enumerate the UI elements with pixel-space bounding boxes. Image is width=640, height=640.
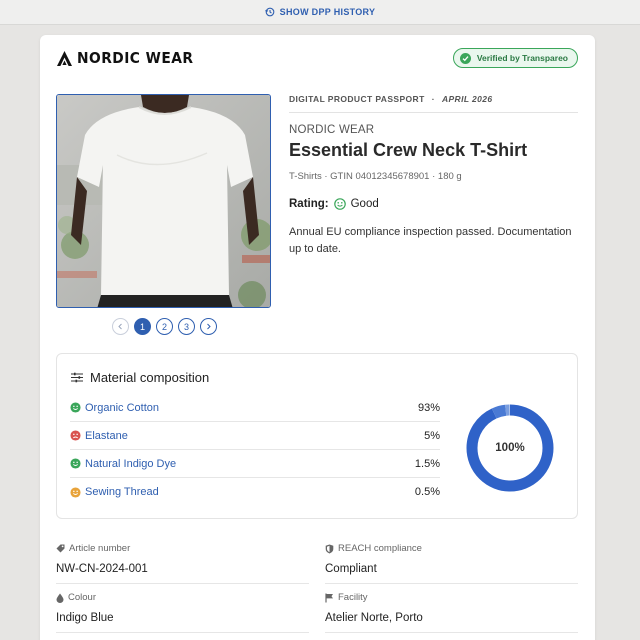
material-link[interactable]: Elastane bbox=[70, 430, 128, 442]
rating-label: Rating: bbox=[289, 198, 329, 210]
verified-badge: Verified by Transpareo bbox=[452, 48, 578, 68]
donut-total: 100% bbox=[495, 442, 525, 454]
eyebrow-label: DIGITAL PRODUCT PASSPORT bbox=[289, 94, 425, 104]
detail-value: NW-CN-2024-001 bbox=[56, 563, 148, 575]
page-3-button[interactable]: 3 bbox=[178, 318, 195, 335]
passport-card: NORDIC WEAR Verified by Transpareo 1 2 3… bbox=[40, 35, 595, 640]
material-name: Organic Cotton bbox=[85, 401, 159, 414]
next-page-button[interactable] bbox=[200, 318, 217, 335]
detail-label: Article number bbox=[69, 543, 131, 554]
sliders-icon bbox=[71, 372, 83, 383]
material-composition-panel: Material composition Organic Cotton 93% … bbox=[56, 353, 578, 519]
tag-icon bbox=[56, 544, 65, 553]
detail-label-wrap: Facility bbox=[325, 592, 578, 603]
product-photo[interactable] bbox=[56, 94, 271, 308]
product-meta: T-Shirts · GTIN 04012345678901 · 180 g bbox=[289, 171, 462, 182]
material-percent: 0.5% bbox=[414, 486, 440, 498]
detail-value: Indigo Blue bbox=[56, 612, 114, 624]
chevron-right-icon bbox=[207, 323, 211, 330]
check-icon bbox=[459, 52, 471, 64]
smiley-good-icon bbox=[70, 458, 81, 469]
material-list: Organic Cotton 93% Elastane 5% Natural I… bbox=[70, 394, 440, 506]
product-rating: Rating: Good bbox=[289, 198, 578, 210]
material-row: Sewing Thread 0.5% bbox=[70, 478, 440, 506]
product-title: Essential Crew Neck T-Shirt bbox=[289, 140, 528, 160]
smiley-good-icon bbox=[70, 402, 81, 413]
detail-colour: Colour Indigo Blue bbox=[56, 584, 309, 633]
details-row: Colour Indigo Blue Facility Atelier Nort… bbox=[56, 584, 578, 633]
rating-value: Good bbox=[350, 198, 379, 210]
detail-label-wrap: REACH compliance bbox=[325, 543, 578, 554]
droplet-icon bbox=[56, 593, 64, 603]
material-row: Organic Cotton 93% bbox=[70, 394, 440, 422]
detail-label: REACH compliance bbox=[338, 543, 422, 554]
material-link[interactable]: Organic Cotton bbox=[70, 402, 159, 414]
eyebrow-separator: · bbox=[431, 94, 435, 104]
smiley-bad-icon bbox=[70, 430, 81, 441]
chevron-left-icon bbox=[118, 323, 122, 330]
detail-label: Facility bbox=[338, 592, 368, 603]
detail-value: Compliant bbox=[325, 563, 377, 575]
detail-label-wrap: Colour bbox=[56, 592, 309, 603]
flag-icon bbox=[325, 593, 333, 602]
material-name: Elastane bbox=[85, 429, 128, 442]
details-row: Article number NW-CN-2024-001 REACH comp… bbox=[56, 535, 578, 584]
shield-icon bbox=[325, 544, 334, 553]
material-percent: 93% bbox=[417, 401, 440, 414]
show-history-link[interactable]: SHOW DPP HISTORY bbox=[264, 7, 376, 17]
material-link[interactable]: Natural Indigo Dye bbox=[70, 458, 176, 470]
material-title: Material composition bbox=[90, 370, 210, 385]
gallery-pager: 1 2 3 bbox=[112, 318, 217, 335]
product-description: Annual EU compliance inspection passed. … bbox=[289, 226, 572, 255]
smiley-good-icon bbox=[333, 198, 346, 210]
detail-label: Colour bbox=[68, 592, 96, 603]
product-brand: NORDIC WEAR bbox=[289, 124, 375, 136]
material-name: Natural Indigo Dye bbox=[85, 457, 177, 470]
detail-facility: Facility Atelier Norte, Porto bbox=[325, 584, 578, 633]
page-2-button[interactable]: 2 bbox=[156, 318, 173, 335]
material-row: Elastane 5% bbox=[70, 422, 440, 450]
top-bar: SHOW DPP HISTORY bbox=[0, 0, 640, 25]
history-icon bbox=[264, 7, 275, 17]
material-header: Material composition bbox=[71, 370, 209, 385]
smiley-neutral-icon bbox=[70, 486, 81, 498]
passport-date: APRIL 2026 bbox=[441, 94, 493, 104]
prev-page-button[interactable] bbox=[112, 318, 129, 335]
product-info: DIGITAL PRODUCT PASSPORT · APRIL 2026 NO… bbox=[289, 94, 578, 258]
detail-article-number: Article number NW-CN-2024-001 bbox=[56, 535, 309, 584]
brand-logo: NORDIC WEAR bbox=[56, 49, 204, 67]
material-percent: 5% bbox=[424, 429, 440, 442]
history-label: SHOW DPP HISTORY bbox=[279, 7, 376, 17]
passport-eyebrow: DIGITAL PRODUCT PASSPORT · APRIL 2026 bbox=[289, 94, 578, 113]
detail-reach-compliance: REACH compliance Compliant bbox=[325, 535, 578, 584]
material-percent: 1.5% bbox=[414, 457, 440, 470]
verified-label: Verified by Transpareo bbox=[476, 53, 568, 63]
brand-name: NORDIC WEAR bbox=[77, 49, 194, 67]
brand-mark-icon bbox=[57, 50, 72, 66]
detail-value: Atelier Norte, Porto bbox=[325, 612, 423, 624]
page-1-button[interactable]: 1 bbox=[134, 318, 151, 335]
material-link[interactable]: Sewing Thread bbox=[70, 486, 159, 498]
detail-label-wrap: Article number bbox=[56, 543, 309, 554]
material-name: Sewing Thread bbox=[85, 486, 159, 498]
material-row: Natural Indigo Dye 1.5% bbox=[70, 450, 440, 478]
details-grid: Article number NW-CN-2024-001 REACH comp… bbox=[56, 535, 578, 633]
